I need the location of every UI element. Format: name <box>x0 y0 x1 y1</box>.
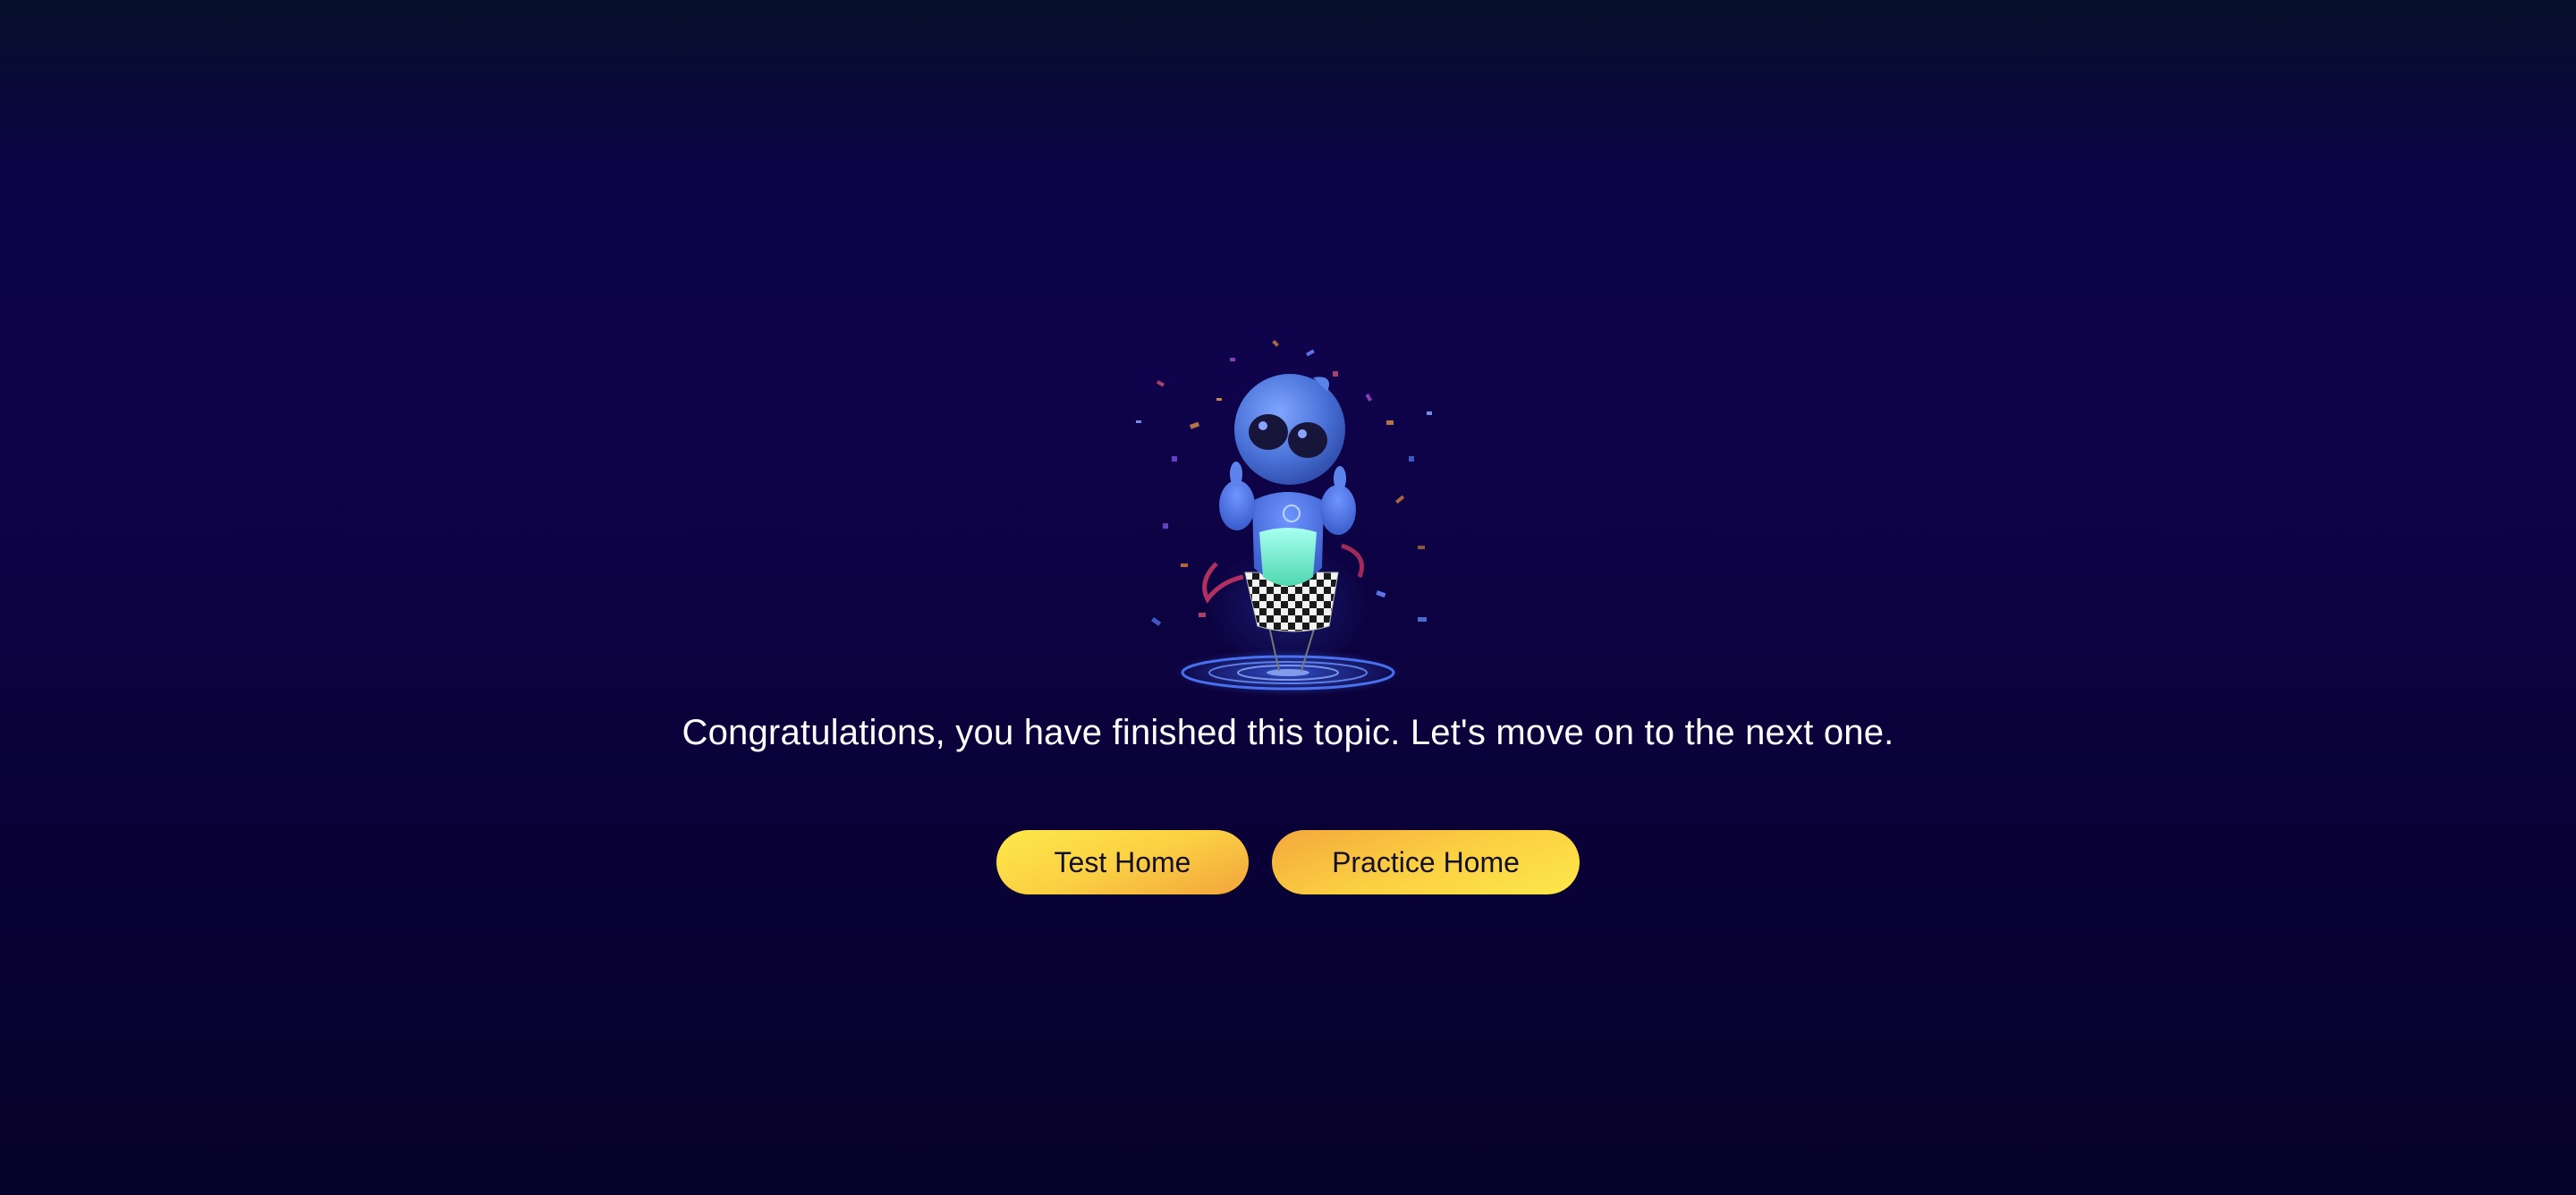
practice-home-button[interactable]: Practice Home <box>1272 830 1580 894</box>
celebration-illustration <box>1073 322 1503 707</box>
action-buttons: Test Home Practice Home <box>0 830 2576 894</box>
completion-screen: Congratulations, you have finished this … <box>0 0 2576 1195</box>
robot-mascot-icon <box>1136 340 1432 696</box>
completion-message: Congratulations, you have finished this … <box>682 713 1894 752</box>
test-home-button[interactable]: Test Home <box>996 830 1249 894</box>
